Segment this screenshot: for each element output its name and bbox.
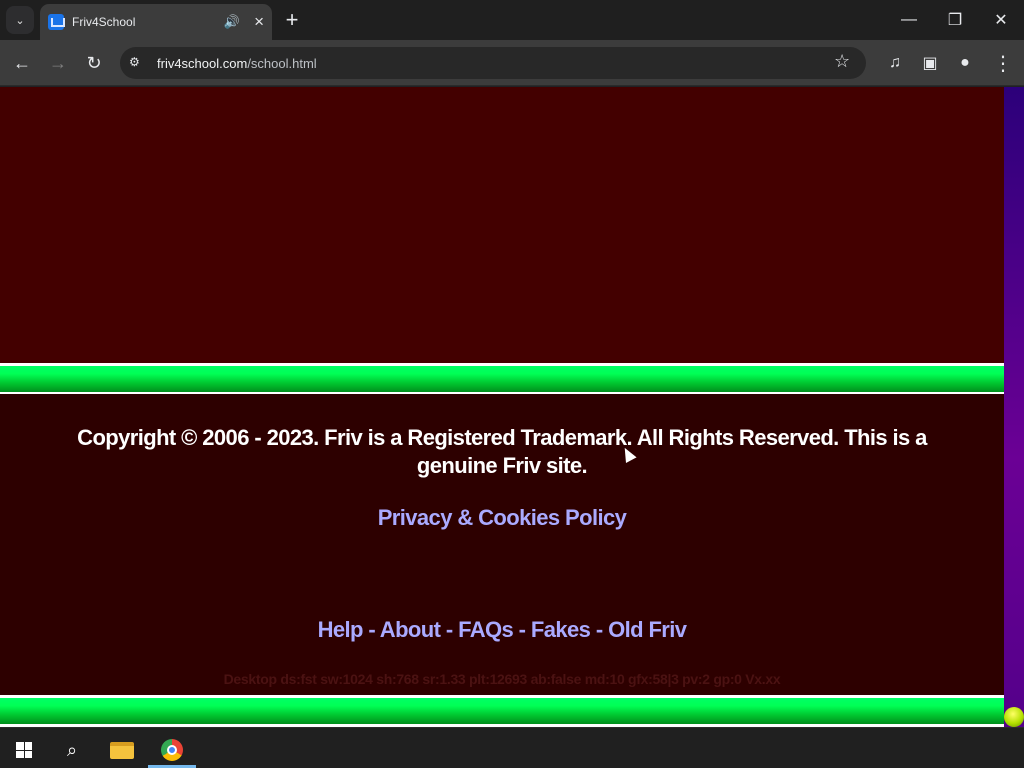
footer-panel: Copyright © 2006 - 2023. Friv is a Regis… <box>0 394 1004 696</box>
star-icon[interactable]: ☆ <box>834 51 850 72</box>
footer-separator: - <box>440 617 459 642</box>
restore-button[interactable]: ❐ <box>932 0 978 40</box>
top-panel <box>0 87 1004 363</box>
address-text[interactable]: friv4school.com/school.html <box>157 56 317 71</box>
debug-info: Desktop ds:fst sw:1024 sh:768 sr:1.33 pl… <box>223 671 781 687</box>
site-info-icon[interactable]: ⚙ <box>129 55 145 71</box>
about-link[interactable]: About <box>380 617 441 642</box>
back-button[interactable]: ← <box>7 48 37 78</box>
fakes-link[interactable]: Fakes <box>531 617 591 642</box>
more-vertical-icon[interactable]: ⋮ <box>990 51 1016 75</box>
old-friv-link[interactable]: Old Friv <box>608 617 687 642</box>
chrome-icon[interactable] <box>156 736 188 764</box>
close-window-button[interactable]: ✕ <box>978 0 1024 40</box>
new-tab-button[interactable]: + <box>282 9 302 31</box>
tab-search-button[interactable]: ⌄ <box>6 6 34 34</box>
url-path: /school.html <box>247 56 317 71</box>
green-divider-bottom <box>0 695 1004 727</box>
page-content: Copyright © 2006 - 2023. Friv is a Regis… <box>0 87 1024 727</box>
folder-icon <box>110 741 134 759</box>
faqs-link[interactable]: FAQs <box>458 617 514 642</box>
speaker-icon[interactable]: 🔊 <box>224 14 240 30</box>
close-tab-button[interactable]: × <box>254 13 264 30</box>
footer-separator: - <box>590 617 609 642</box>
reload-button[interactable]: ↻ <box>79 48 109 78</box>
chrome-logo <box>161 739 183 761</box>
browser-titlebar: ⌄ Friv4School 🔊 × + — ❐ ✕ <box>0 0 1024 40</box>
page-side-strip <box>1004 87 1024 727</box>
profile-icon[interactable]: ● <box>952 51 978 75</box>
privacy-cookies-link[interactable]: Privacy & Cookies Policy <box>0 505 1004 531</box>
windows-icon <box>16 742 32 758</box>
windows-taskbar: ⌕ <box>0 727 1024 768</box>
side-panel-icon[interactable]: ▣ <box>917 51 943 75</box>
footer-separator: - <box>513 617 531 642</box>
minimize-button[interactable]: — <box>886 0 932 40</box>
start-button[interactable] <box>8 736 40 764</box>
file-explorer-icon[interactable] <box>106 736 138 764</box>
url-host: friv4school.com <box>157 56 248 71</box>
help-link[interactable]: Help <box>318 617 364 642</box>
tab-title: Friv4School <box>72 15 136 29</box>
active-tab[interactable]: Friv4School 🔊 × <box>40 4 272 40</box>
copyright-text: Copyright © 2006 - 2023. Friv is a Regis… <box>77 425 927 478</box>
chevron-down-icon: ⌄ <box>15 14 25 27</box>
green-divider-top <box>0 363 1004 395</box>
media-queue-icon[interactable]: ♫ <box>882 51 908 75</box>
forward-button[interactable]: → <box>43 48 73 78</box>
search-icon[interactable]: ⌕ <box>56 736 88 764</box>
tennis-ball-icon <box>1004 707 1024 727</box>
footer-links: Help - About - FAQs - Fakes - Old Friv <box>0 617 1004 643</box>
friv-favicon <box>48 14 65 30</box>
footer-separator: - <box>362 617 380 642</box>
